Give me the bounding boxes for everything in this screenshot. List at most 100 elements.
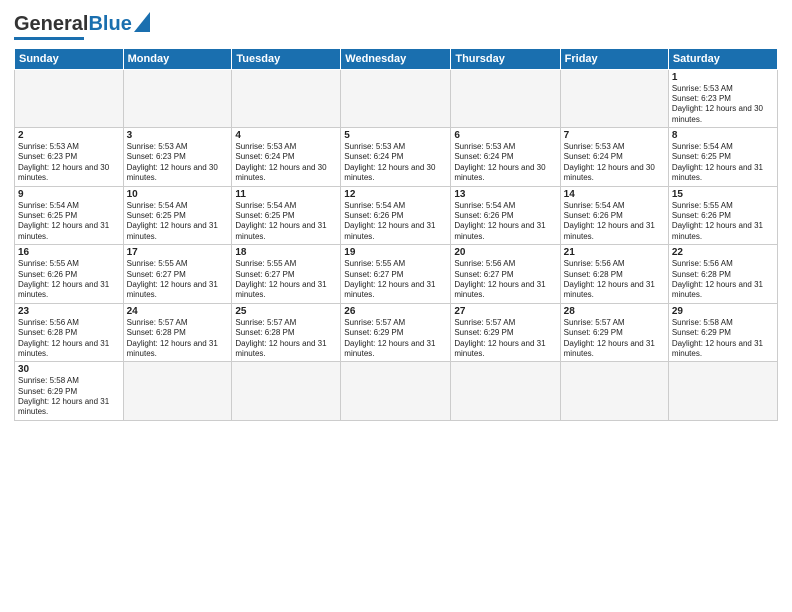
day-number: 8: [672, 130, 774, 141]
day-number: 5: [344, 130, 447, 141]
day-number: 25: [235, 306, 337, 317]
day-number: 7: [564, 130, 665, 141]
header: GeneralBlue: [14, 12, 778, 40]
day-info: Sunrise: 5:56 AMSunset: 6:28 PMDaylight:…: [672, 259, 774, 301]
calendar-cell: 9Sunrise: 5:54 AMSunset: 6:25 PMDaylight…: [15, 186, 124, 245]
day-number: 6: [454, 130, 556, 141]
calendar-cell: 18Sunrise: 5:55 AMSunset: 6:27 PMDayligh…: [232, 245, 341, 304]
day-number: 12: [344, 189, 447, 200]
weekday-header-thursday: Thursday: [451, 48, 560, 69]
day-number: 24: [127, 306, 229, 317]
logo-text: GeneralBlue: [14, 13, 132, 36]
calendar-cell: 15Sunrise: 5:55 AMSunset: 6:26 PMDayligh…: [668, 186, 777, 245]
calendar-cell: 19Sunrise: 5:55 AMSunset: 6:27 PMDayligh…: [341, 245, 451, 304]
calendar-cell: 24Sunrise: 5:57 AMSunset: 6:28 PMDayligh…: [123, 303, 232, 362]
calendar-cell: [451, 69, 560, 128]
calendar-cell: 29Sunrise: 5:58 AMSunset: 6:29 PMDayligh…: [668, 303, 777, 362]
day-info: Sunrise: 5:54 AMSunset: 6:26 PMDaylight:…: [344, 201, 447, 243]
calendar-cell: 16Sunrise: 5:55 AMSunset: 6:26 PMDayligh…: [15, 245, 124, 304]
day-info: Sunrise: 5:55 AMSunset: 6:26 PMDaylight:…: [18, 259, 120, 301]
day-number: 10: [127, 189, 229, 200]
day-info: Sunrise: 5:58 AMSunset: 6:29 PMDaylight:…: [672, 318, 774, 360]
calendar-cell: [341, 69, 451, 128]
day-info: Sunrise: 5:57 AMSunset: 6:29 PMDaylight:…: [454, 318, 556, 360]
calendar-cell: 5Sunrise: 5:53 AMSunset: 6:24 PMDaylight…: [341, 128, 451, 187]
calendar-cell: 8Sunrise: 5:54 AMSunset: 6:25 PMDaylight…: [668, 128, 777, 187]
calendar-cell: 4Sunrise: 5:53 AMSunset: 6:24 PMDaylight…: [232, 128, 341, 187]
calendar-page: GeneralBlue SundayMondayTuesdayWednesday…: [0, 0, 792, 612]
day-number: 27: [454, 306, 556, 317]
day-info: Sunrise: 5:53 AMSunset: 6:23 PMDaylight:…: [672, 84, 774, 126]
day-number: 20: [454, 247, 556, 258]
day-number: 17: [127, 247, 229, 258]
calendar-cell: [15, 69, 124, 128]
day-info: Sunrise: 5:54 AMSunset: 6:25 PMDaylight:…: [127, 201, 229, 243]
day-info: Sunrise: 5:56 AMSunset: 6:28 PMDaylight:…: [18, 318, 120, 360]
day-number: 14: [564, 189, 665, 200]
calendar-cell: 12Sunrise: 5:54 AMSunset: 6:26 PMDayligh…: [341, 186, 451, 245]
calendar-cell: 20Sunrise: 5:56 AMSunset: 6:27 PMDayligh…: [451, 245, 560, 304]
day-number: 23: [18, 306, 120, 317]
day-number: 1: [672, 72, 774, 83]
day-number: 9: [18, 189, 120, 200]
day-info: Sunrise: 5:57 AMSunset: 6:29 PMDaylight:…: [564, 318, 665, 360]
day-info: Sunrise: 5:54 AMSunset: 6:25 PMDaylight:…: [18, 201, 120, 243]
week-row-1: 1Sunrise: 5:53 AMSunset: 6:23 PMDaylight…: [15, 69, 778, 128]
day-number: 26: [344, 306, 447, 317]
calendar-cell: 7Sunrise: 5:53 AMSunset: 6:24 PMDaylight…: [560, 128, 668, 187]
day-info: Sunrise: 5:53 AMSunset: 6:23 PMDaylight:…: [127, 142, 229, 184]
calendar-cell: 2Sunrise: 5:53 AMSunset: 6:23 PMDaylight…: [15, 128, 124, 187]
day-info: Sunrise: 5:55 AMSunset: 6:27 PMDaylight:…: [127, 259, 229, 301]
day-number: 30: [18, 364, 120, 375]
weekday-header-friday: Friday: [560, 48, 668, 69]
weekday-header-wednesday: Wednesday: [341, 48, 451, 69]
calendar-cell: 23Sunrise: 5:56 AMSunset: 6:28 PMDayligh…: [15, 303, 124, 362]
day-number: 18: [235, 247, 337, 258]
calendar-cell: 26Sunrise: 5:57 AMSunset: 6:29 PMDayligh…: [341, 303, 451, 362]
calendar-cell: 28Sunrise: 5:57 AMSunset: 6:29 PMDayligh…: [560, 303, 668, 362]
logo-area: GeneralBlue: [14, 12, 150, 40]
day-number: 3: [127, 130, 229, 141]
week-row-4: 16Sunrise: 5:55 AMSunset: 6:26 PMDayligh…: [15, 245, 778, 304]
calendar-cell: 1Sunrise: 5:53 AMSunset: 6:23 PMDaylight…: [668, 69, 777, 128]
calendar-table: SundayMondayTuesdayWednesdayThursdayFrid…: [14, 48, 778, 421]
calendar-cell: [232, 362, 341, 421]
day-info: Sunrise: 5:56 AMSunset: 6:28 PMDaylight:…: [564, 259, 665, 301]
calendar-cell: 21Sunrise: 5:56 AMSunset: 6:28 PMDayligh…: [560, 245, 668, 304]
day-info: Sunrise: 5:58 AMSunset: 6:29 PMDaylight:…: [18, 376, 120, 418]
day-number: 11: [235, 189, 337, 200]
week-row-2: 2Sunrise: 5:53 AMSunset: 6:23 PMDaylight…: [15, 128, 778, 187]
logo-underline: [14, 37, 84, 40]
calendar-cell: [123, 69, 232, 128]
day-info: Sunrise: 5:53 AMSunset: 6:24 PMDaylight:…: [344, 142, 447, 184]
day-info: Sunrise: 5:55 AMSunset: 6:27 PMDaylight:…: [344, 259, 447, 301]
day-info: Sunrise: 5:53 AMSunset: 6:24 PMDaylight:…: [235, 142, 337, 184]
day-info: Sunrise: 5:54 AMSunset: 6:25 PMDaylight:…: [235, 201, 337, 243]
calendar-cell: 27Sunrise: 5:57 AMSunset: 6:29 PMDayligh…: [451, 303, 560, 362]
day-number: 29: [672, 306, 774, 317]
day-number: 4: [235, 130, 337, 141]
day-info: Sunrise: 5:57 AMSunset: 6:28 PMDaylight:…: [235, 318, 337, 360]
calendar-cell: [451, 362, 560, 421]
weekday-header-sunday: Sunday: [15, 48, 124, 69]
day-info: Sunrise: 5:53 AMSunset: 6:24 PMDaylight:…: [454, 142, 556, 184]
day-info: Sunrise: 5:53 AMSunset: 6:24 PMDaylight:…: [564, 142, 665, 184]
day-number: 15: [672, 189, 774, 200]
calendar-cell: 10Sunrise: 5:54 AMSunset: 6:25 PMDayligh…: [123, 186, 232, 245]
calendar-cell: [560, 362, 668, 421]
day-number: 19: [344, 247, 447, 258]
calendar-cell: [232, 69, 341, 128]
calendar-cell: [123, 362, 232, 421]
day-info: Sunrise: 5:55 AMSunset: 6:27 PMDaylight:…: [235, 259, 337, 301]
day-info: Sunrise: 5:55 AMSunset: 6:26 PMDaylight:…: [672, 201, 774, 243]
calendar-cell: 22Sunrise: 5:56 AMSunset: 6:28 PMDayligh…: [668, 245, 777, 304]
day-number: 21: [564, 247, 665, 258]
day-info: Sunrise: 5:54 AMSunset: 6:26 PMDaylight:…: [454, 201, 556, 243]
day-info: Sunrise: 5:54 AMSunset: 6:25 PMDaylight:…: [672, 142, 774, 184]
calendar-cell: 30Sunrise: 5:58 AMSunset: 6:29 PMDayligh…: [15, 362, 124, 421]
day-number: 22: [672, 247, 774, 258]
calendar-cell: 14Sunrise: 5:54 AMSunset: 6:26 PMDayligh…: [560, 186, 668, 245]
calendar-cell: 13Sunrise: 5:54 AMSunset: 6:26 PMDayligh…: [451, 186, 560, 245]
day-number: 13: [454, 189, 556, 200]
weekday-header-row: SundayMondayTuesdayWednesdayThursdayFrid…: [15, 48, 778, 69]
